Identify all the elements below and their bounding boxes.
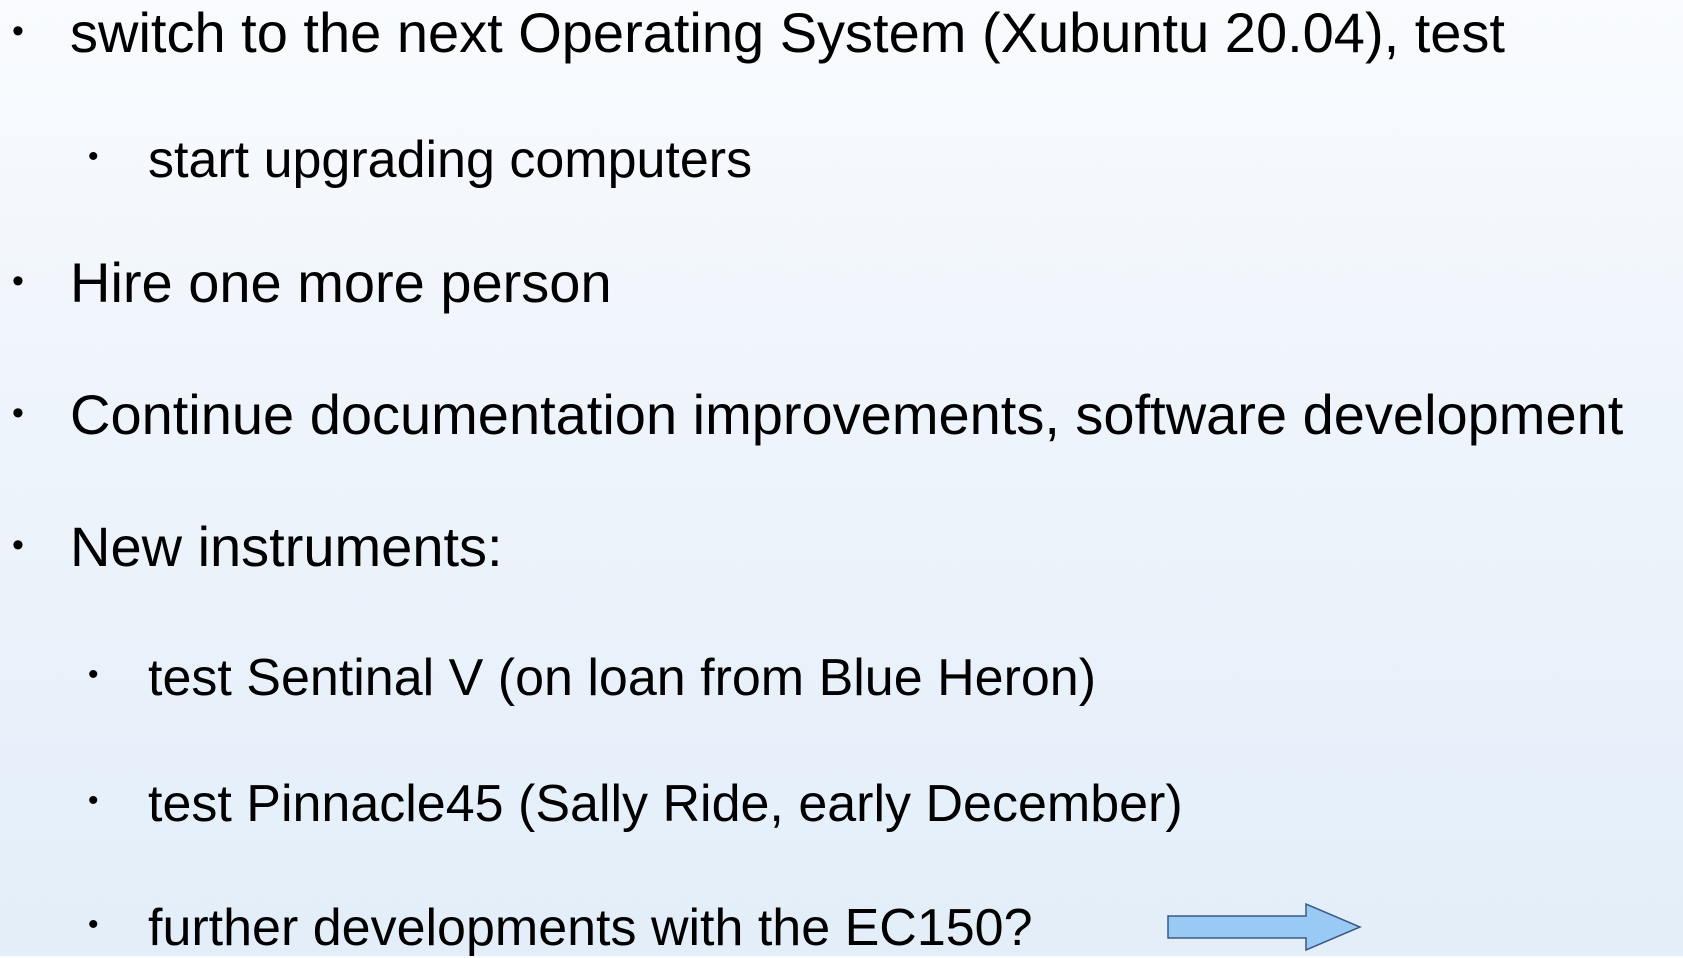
bullet-text: Hire one more person — [70, 251, 612, 314]
bullet-text: New instruments: — [70, 515, 503, 578]
slide: • switch to the next Operating System (X… — [0, 0, 1683, 957]
bullet-text: start upgrading computers — [148, 131, 753, 189]
bullet-text: further developments with the EC150? — [148, 899, 1033, 957]
bullet-dot: • — [88, 908, 99, 941]
bullet-dot: • — [88, 140, 99, 173]
bullet-text: test Sentinal V (on loan from Blue Heron… — [148, 649, 1097, 707]
bullet-text: test Pinnacle45 (Sally Ride, early Decem… — [148, 775, 1183, 833]
bullet-dot: • — [88, 784, 99, 817]
bullet-dot: • — [12, 12, 24, 50]
right-arrow-icon — [1167, 902, 1362, 952]
bullet-dot: • — [12, 394, 24, 432]
bullet-text: switch to the next Operating System (Xub… — [70, 1, 1505, 64]
bullet-dot: • — [12, 262, 24, 300]
bullet-dot: • — [12, 526, 24, 564]
bullet-dot: • — [88, 658, 99, 691]
bullet-text: Continue documentation improvements, sof… — [70, 383, 1624, 446]
